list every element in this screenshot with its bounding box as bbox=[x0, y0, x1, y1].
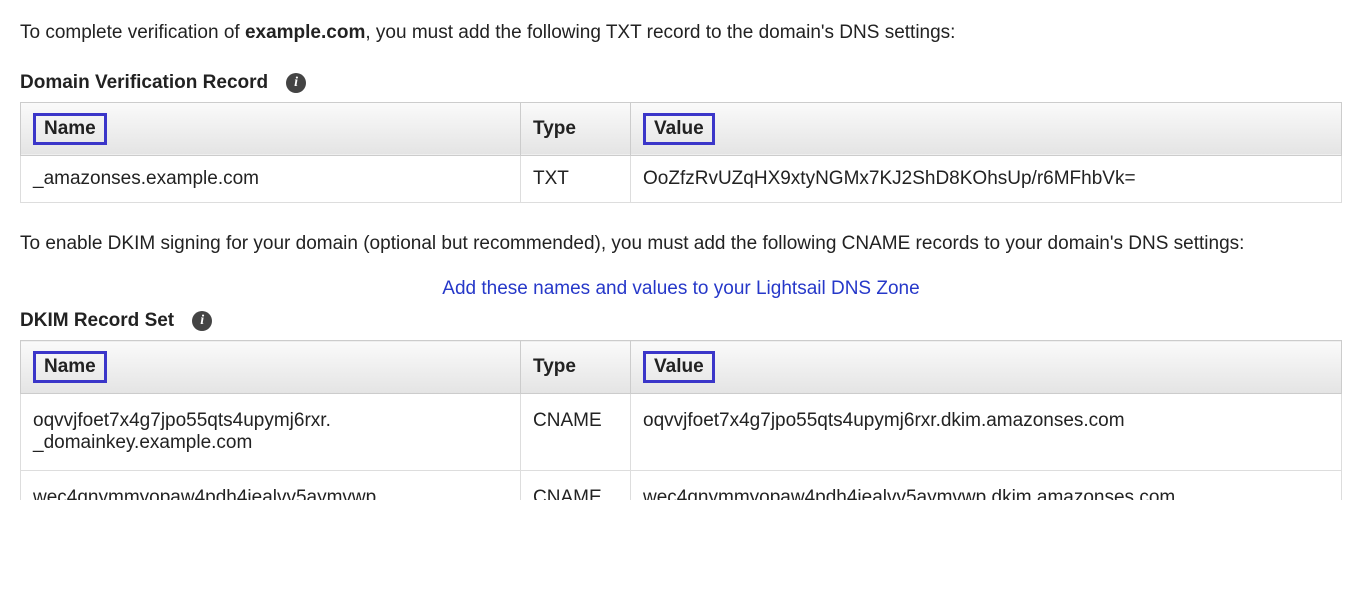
cell-name: oqvvjfoet7x4g7jpo55qts4upymj6rxr. _domai… bbox=[21, 394, 521, 471]
column-name-highlight: Name bbox=[33, 351, 107, 383]
column-type: Type bbox=[521, 341, 631, 394]
cell-type: TXT bbox=[521, 155, 631, 202]
table-header-row: Name Type Value bbox=[21, 102, 1342, 155]
lightsail-note: Add these names and values to your Light… bbox=[20, 278, 1342, 300]
column-value-highlight: Value bbox=[643, 351, 715, 383]
dkim-table: Name Type Value oqvvjfoet7x4g7jpo55qts4u… bbox=[20, 340, 1342, 500]
info-icon[interactable]: i bbox=[192, 311, 212, 331]
cell-value: OoZfzRvUZqHX9xtyNGMx7KJ2ShD8KOhsUp/r6MFh… bbox=[631, 155, 1342, 202]
column-name-highlight: Name bbox=[33, 113, 107, 145]
cell-name: wec4qnymmyopaw4pdh4jealvv5aymvwp. _domai… bbox=[21, 471, 521, 501]
dkim-intro: To enable DKIM signing for your domain (… bbox=[20, 231, 1342, 258]
verification-intro: To complete verification of example.com,… bbox=[20, 20, 1342, 47]
cell-value: wec4qnymmyopaw4pdh4jealvv5aymvwp.dkim.am… bbox=[631, 471, 1342, 501]
dkim-heading: DKIM Record Set bbox=[20, 310, 174, 332]
intro-domain: example.com bbox=[245, 22, 365, 43]
table-row: _amazonses.example.com TXT OoZfzRvUZqHX9… bbox=[21, 155, 1342, 202]
domain-verification-header: Domain Verification Record i bbox=[20, 72, 1342, 94]
cell-type: CNAME bbox=[521, 394, 631, 471]
cell-name: _amazonses.example.com bbox=[21, 155, 521, 202]
column-type: Type bbox=[521, 102, 631, 155]
dkim-header: DKIM Record Set i bbox=[20, 310, 1342, 332]
intro-suffix: , you must add the following TXT record … bbox=[365, 22, 955, 43]
info-icon[interactable]: i bbox=[286, 73, 306, 93]
cell-type: CNAME bbox=[521, 471, 631, 501]
column-value: Value bbox=[631, 102, 1342, 155]
table-row: wec4qnymmyopaw4pdh4jealvv5aymvwp. _domai… bbox=[21, 471, 1342, 501]
domain-verification-heading: Domain Verification Record bbox=[20, 72, 268, 94]
intro-prefix: To complete verification of bbox=[20, 22, 245, 43]
table-header-row: Name Type Value bbox=[21, 341, 1342, 394]
domain-verification-table: Name Type Value _amazonses.example.com T… bbox=[20, 102, 1342, 203]
column-value-highlight: Value bbox=[643, 113, 715, 145]
column-name: Name bbox=[21, 341, 521, 394]
column-name: Name bbox=[21, 102, 521, 155]
column-value: Value bbox=[631, 341, 1342, 394]
dkim-scroll-area[interactable]: Name Type Value oqvvjfoet7x4g7jpo55qts4u… bbox=[20, 340, 1342, 500]
cell-value: oqvvjfoet7x4g7jpo55qts4upymj6rxr.dkim.am… bbox=[631, 394, 1342, 471]
table-row: oqvvjfoet7x4g7jpo55qts4upymj6rxr. _domai… bbox=[21, 394, 1342, 471]
